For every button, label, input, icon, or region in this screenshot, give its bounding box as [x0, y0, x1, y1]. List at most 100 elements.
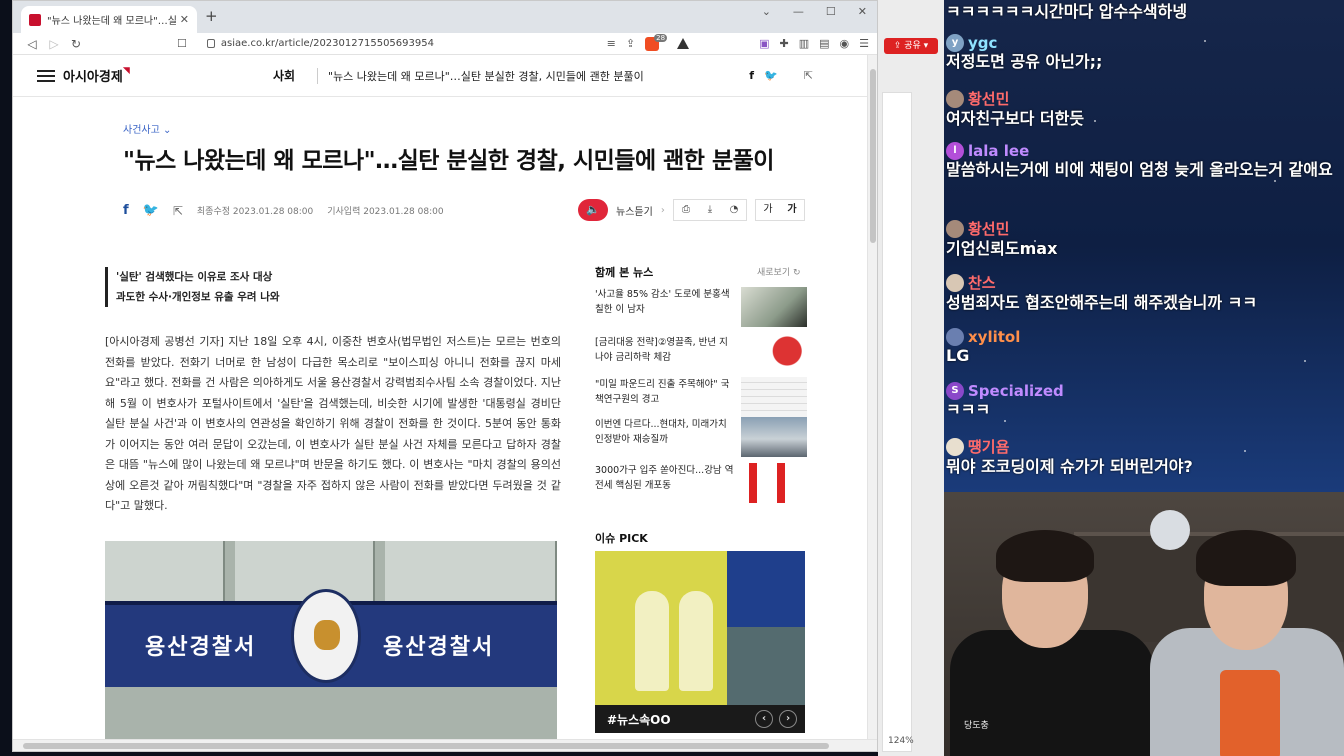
police-emblem-icon [291, 589, 361, 683]
avatar [946, 273, 964, 292]
chat-message: l lala lee 말씀하시는거에 비에 채팅이 엄청 늦게 올라오는거 같애요 [946, 142, 1333, 179]
avatar [946, 328, 964, 346]
web-page: 아시아경제◥ 사회 "뉴스 나왔는데 왜 모르나"…실탄 분실한 경찰, 시민들… [13, 55, 869, 741]
news-thumbnail [741, 463, 807, 503]
avatar: S [946, 382, 964, 400]
profile-icon[interactable]: ◉ [840, 37, 850, 50]
next-icon[interactable]: › [779, 710, 797, 728]
photo-sign-right: 용산경찰서 [383, 635, 495, 660]
avatar [946, 219, 964, 238]
forward-icon[interactable]: ▷ [43, 37, 65, 51]
published-date: 2023.01.28 08:00 [363, 207, 444, 217]
browser-tab[interactable]: "뉴스 나왔는데 왜 모르나"…실탄 ✕ [21, 6, 197, 33]
horizontal-scrollbar[interactable] [13, 739, 877, 751]
subtitle-line: 과도한 수사·개인정보 유출 우려 나와 [116, 291, 280, 303]
site-favicon-icon [29, 13, 41, 26]
article-body: [아시아경제 공병선 기자] 지난 18일 오후 4시, 이중찬 변호사(법무법… [105, 335, 561, 512]
avatar: l [946, 142, 964, 160]
close-window-icon[interactable]: ✕ [858, 5, 867, 18]
article-photo: 용산경찰서 용산경찰서 [105, 541, 557, 741]
together-news-title: 함께 본 뉴스 [595, 266, 654, 279]
print-icon[interactable]: ⎙ [674, 200, 698, 220]
facebook-icon[interactable]: f [123, 203, 129, 218]
reader-mode-icon[interactable]: ≡ [607, 37, 616, 50]
list-item[interactable]: "미일 파운드리 진출 주목해야" 국책연구원의 경고 [595, 377, 807, 417]
share-button[interactable]: ⇪ 공유 ▾ [884, 38, 938, 54]
twitter-icon[interactable]: 🐦 [764, 69, 778, 82]
minimize-icon[interactable]: — [793, 5, 804, 18]
article-title: "뉴스 나왔는데 왜 모르나"…실탄 분실한 경찰, 시민들에 괜한 분풀이 [123, 148, 774, 174]
new-tab-button[interactable]: + [205, 7, 218, 25]
news-thumbnail [741, 287, 807, 327]
updated-date: 2023.01.28 08:00 [232, 207, 314, 217]
vertical-scrollbar[interactable] [867, 55, 877, 741]
header-share: f 🐦 ⇱ [749, 69, 813, 82]
share-icon[interactable]: ⇪ [626, 37, 635, 50]
share-icon[interactable]: ⇱ [173, 204, 183, 218]
webcam-feed: 당도충 [944, 492, 1344, 756]
issue-photo [727, 551, 805, 627]
published-label: 기사입력 [327, 207, 361, 217]
category-breadcrumb[interactable]: 사건사고 ⌄ [123, 121, 171, 136]
maximize-icon[interactable]: ☐ [826, 5, 836, 18]
chat-message: ㅋㅋㅋㅋㅋㅋ시간마다 압수수색하넹 [946, 2, 1188, 21]
list-item[interactable]: 3000가구 입주 쏟아진다...강남 역전세 핵심된 개포동 [595, 463, 807, 503]
facebook-icon[interactable]: f [749, 69, 754, 82]
news-thumbnail [741, 377, 807, 417]
list-item[interactable]: [금리대응 전략]②영끌족, 반년 지나야 금리하락 체감 [595, 335, 807, 375]
chat-message: 황선민 기업신뢰도max [946, 219, 1058, 258]
browser-window: "뉴스 나왔는데 왜 모르나"…실탄 ✕ + ⌄ — ☐ ✕ ◁ ▷ ↻ ☐ a… [12, 0, 878, 752]
hamburger-menu-icon[interactable] [37, 69, 55, 82]
chat-message: S Specialized ㅋㅋㅋ [946, 382, 1064, 419]
wallet-icon[interactable]: ▤ [819, 37, 829, 50]
chat-message: y ygc 저정도면 공유 아닌가;; [946, 34, 1103, 71]
document-page [882, 92, 912, 752]
section-label[interactable]: 사회 [273, 67, 295, 84]
brave-rewards-icon[interactable] [677, 38, 690, 49]
site-logo[interactable]: 아시아경제◥ [63, 66, 130, 85]
issue-photo [727, 627, 805, 707]
twitter-icon[interactable]: 🐦 [143, 203, 159, 218]
chat-message: 떙기욤 뭐야 조코딩이제 슈가가 되버린거야? [946, 437, 1193, 476]
tab-bar: "뉴스 나왔는데 왜 모르나"…실탄 ✕ + ⌄ — ☐ ✕ [13, 1, 877, 33]
subtitle-line: '실탄' 검색했다는 이유로 조사 대상 [116, 271, 273, 283]
font-larger-button[interactable]: 가 [780, 200, 804, 220]
back-icon[interactable]: ◁ [21, 37, 43, 51]
list-item[interactable]: '사고율 85% 감소' 도로에 분홍색 칠한 이 남자 [595, 287, 807, 327]
font-smaller-button[interactable]: 가 [756, 200, 780, 220]
listen-news[interactable]: 🔈 뉴스듣기 › [578, 199, 665, 221]
brave-shields-icon[interactable]: 28 [645, 33, 668, 51]
article-tools: ⎙ ⤓ ◔ [673, 199, 747, 221]
article-subtitle: '실탄' 검색했다는 이유로 조사 대상 과도한 수사·개인정보 유출 우려 나… [105, 267, 280, 307]
chat-message: 찬스 성범죄자도 협조안해주는데 해주겠습니까 ㅋㅋ [946, 273, 1258, 312]
font-size-controls: 가 가 [755, 199, 805, 221]
url-field[interactable]: ☐ asiae.co.kr/article/202301271550569395… [177, 37, 567, 50]
extension-icon[interactable]: ▣ [759, 37, 769, 50]
news-thumbnail [741, 335, 807, 375]
rss-icon[interactable]: ◔ [722, 200, 746, 220]
list-item[interactable]: 이번엔 다르다...현대차, 미래가치 인정받아 재승질까 [595, 417, 807, 457]
share-out-icon[interactable]: ⇱ [804, 69, 813, 82]
download-icon[interactable]: ⤓ [698, 200, 722, 220]
avatar [946, 437, 964, 456]
cam-label: 당도충 [964, 721, 989, 731]
sidebar-icon[interactable]: ▥ [799, 37, 809, 50]
listen-label: 뉴스듣기 [616, 206, 653, 218]
brave-count: 28 [654, 33, 668, 42]
reload-icon[interactable]: ↻ [65, 37, 87, 51]
close-tab-icon[interactable]: ✕ [180, 13, 189, 26]
bookmark-icon[interactable]: ☐ [177, 37, 187, 50]
menu-icon[interactable]: ☰ [859, 37, 869, 50]
speaker-icon[interactable]: 🔈 [578, 199, 608, 221]
refresh-button[interactable]: 새로보기 ↻ [757, 265, 801, 278]
avatar: y [946, 34, 964, 52]
prev-icon[interactable]: ‹ [755, 710, 773, 728]
puzzle-icon[interactable]: ✚ [779, 37, 788, 50]
issue-pick-card[interactable]: #뉴스속OO ‹ › [595, 551, 805, 733]
address-bar: ◁ ▷ ↻ ☐ asiae.co.kr/article/202301271550… [13, 33, 877, 55]
issue-pick-title: 이슈 PICK [595, 532, 648, 545]
chat-overlay: ㅋㅋㅋㅋㅋㅋ시간마다 압수수색하넹 y ygc 저정도면 공유 아닌가;; 황선민… [944, 0, 1344, 492]
tab-title: "뉴스 나왔는데 왜 모르나"…실탄 [47, 16, 176, 27]
updated-label: 최종수정 [196, 207, 231, 217]
chevron-down-icon[interactable]: ⌄ [762, 5, 771, 18]
